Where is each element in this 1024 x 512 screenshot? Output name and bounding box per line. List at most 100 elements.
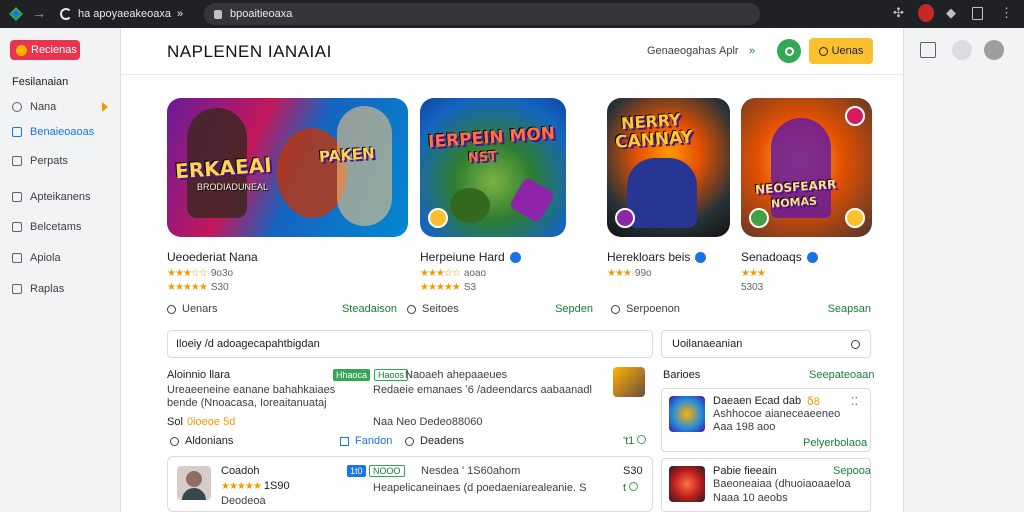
list-item-description: bende (Nnoacasa, Ioreaitanuataj — [167, 397, 327, 409]
list-item-title[interactable]: Aloinnio llara — [167, 369, 230, 381]
sidebar-heading: Fesilanaian — [12, 76, 69, 88]
menu-icon[interactable]: ⋮ — [1000, 5, 1013, 21]
price-value: S30 — [623, 465, 643, 477]
game-card-action[interactable]: Serpoenon — [626, 303, 680, 315]
side-item-title[interactable]: Daeaen Ecad dab — [713, 395, 801, 407]
chat-icon — [170, 437, 179, 446]
side-item-thumbnail[interactable] — [669, 466, 705, 502]
address-bar[interactable]: bpoaitieoaxa — [204, 3, 760, 25]
search-icon — [407, 304, 416, 314]
game-card[interactable]: ERKAEAI PAKEN BRODIADUNEAL Ueoederiat Na… — [167, 98, 408, 315]
search-input-value: Iloeiy /d adoagecapahtbigdan — [176, 338, 320, 350]
list-item-meta: Nesdea ' 1S60ahom — [421, 465, 521, 477]
more-icon[interactable]: ⁚⁚ — [851, 395, 858, 408]
list-item-meta: Naa Neo Dedeo88060 — [373, 416, 483, 428]
primary-button[interactable]: Recienas — [10, 40, 80, 60]
side-item-subtitle: Baeoneaiaa (dhuoiaoaaeloa — [713, 478, 851, 490]
game-card[interactable]: IERPEIN MON NST Herpeiune Hard ★★★☆☆ aoa… — [407, 98, 593, 315]
game-name: Herpeiune Hard — [420, 250, 521, 264]
sidebar-item-discover[interactable]: Benaieoaoas — [12, 123, 116, 141]
search-button[interactable] — [777, 39, 801, 63]
coin-icon — [16, 44, 27, 56]
star-rating-icon: ★★★ — [607, 268, 632, 279]
side-search-input[interactable]: Uoilanaeanian — [661, 330, 871, 358]
search-icon — [784, 46, 794, 56]
game-card[interactable]: NERRY CANNAY Herekloars beis ★★★ 99o Ser… — [607, 98, 730, 315]
game-card-image[interactable]: ERKAEAI PAKEN BRODIADUNEAL — [167, 98, 408, 237]
header-link-apps[interactable]: Aplr — [719, 45, 739, 57]
check-icon — [629, 482, 639, 491]
sidebar-item-label: Perpats — [30, 155, 68, 167]
star-rating-icon: ★★★★★ — [420, 282, 461, 293]
game-card[interactable]: NEOSFEARR NOMAS Senadoaqs ★★★ 5303 Seaps… — [741, 98, 872, 315]
game-card-link[interactable]: Steadaison — [342, 303, 397, 315]
reading-list-icon[interactable] — [972, 7, 983, 20]
game-card-action[interactable]: Seitoes — [422, 303, 459, 315]
side-item-link[interactable]: Pelyerbolaoa — [803, 437, 867, 449]
action-link[interactable]: Deadens — [420, 435, 464, 447]
settings-icon[interactable] — [984, 40, 1004, 60]
game-rating-secondary: ★★★★★ S30 — [167, 282, 229, 293]
list-item-title[interactable]: Coadoh — [221, 465, 260, 477]
account-icon[interactable] — [952, 40, 972, 60]
game-card-image[interactable]: NERRY CANNAY — [607, 98, 730, 237]
bookmark-icon[interactable]: ◆ — [946, 5, 956, 21]
home-icon — [12, 102, 22, 112]
sidebar-item-raplas[interactable]: Raplas — [12, 280, 116, 298]
tab-close-icon[interactable]: » — [177, 8, 183, 20]
game-name: Senadoaqs — [741, 250, 818, 264]
list-item-meta: Naoaeh ahepaaeues — [405, 369, 508, 381]
sidebar: Recienas Fesilanaian Nana Benaieoaoas Pe… — [0, 28, 120, 512]
tag-badge: 1t0 — [347, 465, 366, 477]
check-icon — [637, 435, 647, 444]
game-card-image[interactable]: NEOSFEARR NOMAS — [741, 98, 872, 237]
header-divider — [121, 74, 905, 75]
action-link[interactable]: Aldonians — [185, 435, 233, 447]
search-icon — [167, 304, 176, 314]
sidebar-item-applications[interactable]: Apteikanens — [12, 188, 116, 206]
favorite-icon[interactable] — [845, 106, 865, 126]
chevron-right-icon[interactable]: » — [749, 45, 755, 57]
main-panel: NAPLENEN IANAIAI Genaeogahas Aplr » Uena… — [120, 28, 905, 512]
app-logo-icon[interactable] — [8, 6, 24, 22]
game-card-footer: Seapsan — [741, 303, 871, 315]
extension-icon[interactable]: ✣ — [893, 5, 904, 21]
action-link[interactable]: Fandon — [355, 435, 392, 447]
game-card-image[interactable]: IERPEIN MON NST — [420, 98, 566, 237]
search-icon[interactable] — [851, 339, 860, 349]
profile-avatar-icon[interactable] — [918, 4, 934, 22]
price-label: Sol — [167, 416, 183, 428]
side-item-thumbnail[interactable] — [669, 396, 705, 432]
avatar[interactable] — [177, 466, 211, 500]
game-card-action[interactable]: Uenars — [182, 303, 217, 315]
report-icon — [12, 156, 22, 166]
side-item-title[interactable]: Pabie fieeain — [713, 465, 777, 477]
sidebar-item-label: Apteikanens — [30, 191, 91, 203]
tag-badge: Haoos — [374, 369, 409, 381]
back-arrow-icon[interactable]: → — [32, 5, 46, 21]
item-thumbnail[interactable] — [613, 367, 645, 397]
side-search-value: Uoilanaeanian — [672, 338, 743, 350]
sidebar-item-apiola[interactable]: Apiola — [12, 249, 116, 267]
game-card-link[interactable]: Seapsan — [828, 303, 871, 315]
notifications-icon[interactable] — [920, 42, 936, 58]
see-all-link[interactable]: Seepateoaan — [809, 369, 874, 381]
game-badge-icon — [749, 208, 769, 228]
verified-icon — [695, 251, 707, 263]
search-input[interactable]: Iloeiy /d adoagecapahtbigdan — [167, 330, 653, 358]
tag-badge: NOOO — [369, 465, 405, 477]
game-name: Herekloars beis — [607, 250, 707, 264]
game-card-link[interactable]: Sepden — [555, 303, 593, 315]
count-badge: 't1 — [623, 435, 647, 447]
sidebar-item-selections[interactable]: Belcetams — [12, 218, 116, 236]
sidebar-item-label: Benaieoaoas — [30, 126, 95, 138]
sidebar-item-label: Nana — [30, 101, 57, 113]
user-button[interactable]: Uenas — [809, 38, 873, 64]
sidebar-item-reports[interactable]: Perpats — [12, 152, 116, 170]
sidebar-item-home[interactable]: Nana — [12, 98, 116, 116]
side-item-link[interactable]: Sepooa — [833, 465, 871, 477]
browser-tab[interactable]: ha apoyaeakeoaxa » — [56, 4, 186, 24]
reload-icon[interactable] — [60, 8, 72, 20]
game-rating: ★★★☆☆ aoao — [420, 268, 487, 279]
header-link-categories[interactable]: Genaeogahas — [647, 45, 716, 57]
